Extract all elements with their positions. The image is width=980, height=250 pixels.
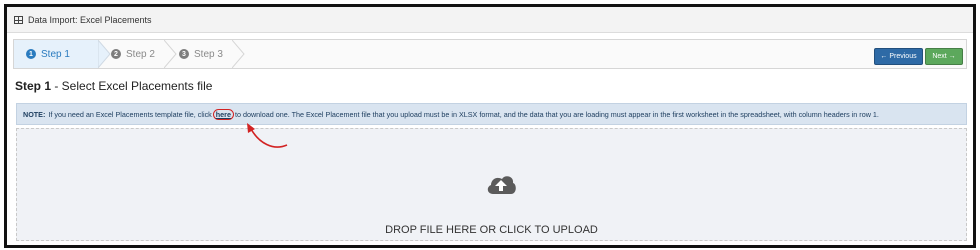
panel-title: Data Import: Excel Placements xyxy=(28,14,152,25)
file-dropzone[interactable]: DROP FILE HERE OR CLICK TO UPLOAD xyxy=(16,128,967,241)
wizard-steps: 1 Step 1 2 Step 2 3 Step 3 xyxy=(13,39,967,69)
note-text-after: to download one. The Excel Placement fil… xyxy=(234,109,879,119)
next-button[interactable]: Next → xyxy=(925,48,963,65)
previous-button[interactable]: ← Previous xyxy=(874,48,923,65)
note-text-before: If you need an Excel Placements template… xyxy=(48,109,212,119)
chevron-right-icon xyxy=(232,40,245,68)
chevron-right-icon xyxy=(164,40,177,68)
note-banner: NOTE: If you need an Excel Placements te… xyxy=(16,103,967,125)
step-label: Step 2 xyxy=(126,48,155,60)
note-label: NOTE: xyxy=(23,109,46,119)
dropzone-text: DROP FILE HERE OR CLICK TO UPLOAD xyxy=(385,224,598,236)
step-1-tab[interactable]: 1 Step 1 xyxy=(14,40,98,68)
annotation-arrow-icon xyxy=(247,123,288,148)
step-number-badge: 3 xyxy=(179,49,189,59)
page-title: Step 1 - Select Excel Placements file xyxy=(15,79,212,93)
grid-icon xyxy=(14,15,23,24)
step-number-badge: 1 xyxy=(26,49,36,59)
step-3-tab[interactable]: 3 Step 3 xyxy=(179,40,223,68)
import-panel: Data Import: Excel Placements 1 Step 1 2… xyxy=(4,4,976,248)
step-label: Step 3 xyxy=(194,48,223,60)
chevron-right-icon xyxy=(98,40,111,68)
step-label: Step 1 xyxy=(41,48,70,60)
step-2-tab[interactable]: 2 Step 2 xyxy=(111,40,155,68)
panel-header: Data Import: Excel Placements xyxy=(7,7,973,33)
page-title-step: Step 1 xyxy=(15,79,52,93)
cloud-upload-icon xyxy=(487,176,516,194)
step-number-badge: 2 xyxy=(111,49,121,59)
template-download-link[interactable]: here xyxy=(212,108,234,120)
page-title-text: - Select Excel Placements file xyxy=(51,79,213,93)
